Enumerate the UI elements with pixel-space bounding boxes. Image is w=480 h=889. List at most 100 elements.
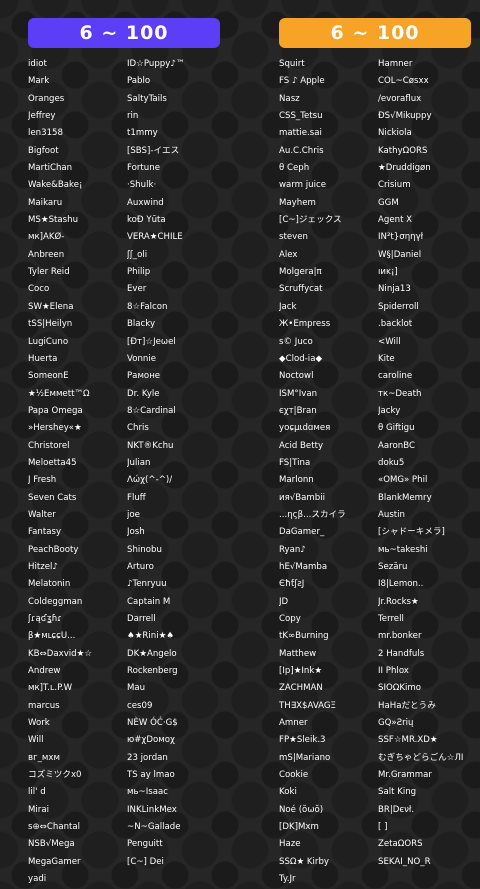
- player-name: мк]AKØ-: [28, 232, 65, 243]
- player-name: SSF☆MR.XD★: [378, 735, 438, 746]
- player-name: warm juice: [279, 180, 327, 191]
- player-name: β★мւɕɕU...: [28, 631, 76, 642]
- player-name: [C~] Dei: [127, 856, 164, 867]
- player-name: Mr.Grammar: [378, 770, 432, 781]
- player-name: Josh: [127, 527, 145, 538]
- player-name: ces09: [127, 700, 153, 711]
- player-name: Bigfoot: [28, 145, 59, 156]
- player-name: Hamner: [378, 59, 413, 69]
- player-name: Spiderroll: [378, 301, 419, 312]
- player-name: Blacky: [127, 319, 156, 330]
- player-name: s© Juco: [279, 336, 313, 347]
- player-name: doku5: [378, 457, 405, 468]
- player-name: s⊕⇔Chantal: [28, 822, 81, 833]
- player-name: Ж•Empress: [279, 319, 331, 330]
- player-name: INKLinkMex: [127, 804, 177, 815]
- player-name: ʃʃ_oli: [127, 249, 148, 260]
- player-name: 8☆Cardinal: [127, 405, 176, 416]
- player-name: єχт|Bran: [279, 405, 317, 416]
- player-name: joe: [127, 509, 140, 520]
- player-name: Molgera|π: [279, 267, 322, 278]
- player-name: caroline: [378, 371, 413, 382]
- player-name: ZACHMAN: [279, 683, 323, 694]
- player-name: GGM: [378, 197, 399, 208]
- panel-left: 6 ~ 100 idiot Mark Oranges Jeffrey len3158 Bi…: [28, 18, 220, 889]
- player-name: tSS|Heilyn: [28, 319, 73, 330]
- player-name: HaHaだとうみ: [378, 700, 436, 711]
- player-name: тк~Death: [378, 388, 422, 399]
- player-name: Mau: [127, 683, 146, 694]
- player-name: Koki: [279, 787, 297, 798]
- player-name: ия√Bambii: [279, 492, 325, 503]
- player-name: Andrew: [28, 666, 61, 677]
- player-name: [シャドーキメラ]: [378, 527, 445, 538]
- player-name: Kite: [378, 353, 395, 364]
- panel-left-header: 6 ~ 100: [28, 18, 220, 48]
- panel-left-column-1: idiot Mark Oranges Jeffrey len3158 Bigfoot Mar…: [28, 56, 121, 889]
- player-name: Copy: [279, 614, 301, 624]
- player-name: Sezāru: [378, 561, 408, 572]
- player-name: Jeffrey: [28, 111, 56, 122]
- player-name: .backlot: [378, 319, 413, 330]
- player-name: Hitzel♪: [28, 561, 58, 572]
- player-name: SEKAI_NO_R: [378, 856, 431, 867]
- player-name: Ty.Jr: [279, 874, 296, 885]
- player-name: mr.bonker: [378, 631, 422, 642]
- player-name: ★½Eммett™Ω: [28, 388, 90, 399]
- player-name: Arturo: [127, 561, 154, 572]
- player-name: むぎちゃどらごん☆ЛI: [378, 752, 464, 763]
- player-name: Philip: [127, 267, 151, 278]
- player-name: SomeonE: [28, 371, 69, 382]
- player-name: rin: [127, 111, 139, 122]
- player-name: ISM°Ivan: [279, 388, 318, 399]
- panel-right-header: 6 ~ 100: [279, 18, 471, 48]
- player-name: KB⇔Daxvid★☆: [28, 648, 93, 659]
- player-name: SW★Elena: [28, 301, 74, 312]
- player-name: MartiChan: [28, 163, 73, 174]
- player-name: ·Shulk·: [127, 180, 157, 191]
- player-name: BR|Dєνł.: [378, 804, 415, 815]
- player-name: Pablo: [127, 76, 151, 87]
- player-name: Cookie: [279, 770, 309, 781]
- player-name: ♪Tenryuu: [127, 579, 167, 590]
- player-name: вг_мхм: [28, 752, 60, 763]
- player-name: Рамоне: [127, 371, 161, 382]
- player-name: DaGamer_: [279, 527, 325, 538]
- player-name: Nasz: [279, 93, 300, 104]
- player-name: Salt King: [378, 787, 417, 798]
- player-name: Christorel: [28, 440, 70, 451]
- player-name: Seven Cats: [28, 492, 77, 503]
- player-name: MegaGamer: [28, 856, 81, 867]
- player-name: idiot: [28, 59, 47, 69]
- player-name: Penguitt: [127, 839, 163, 850]
- player-name: koĐ Yūta: [127, 215, 166, 226]
- player-name: Tyler Reid: [28, 267, 70, 278]
- player-name: GQ»Ƨrių: [378, 718, 414, 729]
- player-name: Auxwind: [127, 197, 164, 208]
- player-name: Squirt: [279, 59, 305, 69]
- player-name: Nickiola: [378, 128, 412, 139]
- player-name: Fortune: [127, 163, 160, 174]
- player-name: ◆Clod-ia◆: [279, 353, 323, 364]
- player-name: DK★Angelo: [127, 648, 177, 659]
- player-name: 23 jordan: [127, 752, 168, 763]
- player-name: Will: [28, 735, 44, 746]
- player-name: ...ηςβ...スカイラ: [279, 509, 346, 520]
- player-name: hE√Mamba: [279, 561, 328, 572]
- player-name: W§|Daniel: [378, 249, 422, 260]
- player-name: Huerta: [28, 353, 58, 364]
- player-name: Alex: [279, 249, 298, 260]
- player-name: SSΩ★ Kirby: [279, 856, 330, 867]
- player-name: KathyΩORS: [378, 145, 428, 156]
- player-name: steven: [279, 232, 308, 243]
- player-name: Ever: [127, 284, 147, 295]
- player-name: FS ♪ Apple: [279, 76, 325, 87]
- player-name: Meloetta45: [28, 457, 77, 468]
- player-name: Ninja13: [378, 284, 411, 295]
- player-name: θ Giftigu: [378, 423, 415, 434]
- player-name: len3158: [28, 128, 63, 139]
- player-name: ЄħƭʃƨJ: [279, 579, 305, 590]
- player-name: Mirai: [28, 804, 49, 815]
- player-name: TH∃X$AVAGΞ: [279, 700, 336, 711]
- player-name: tK∞Burning: [279, 631, 329, 642]
